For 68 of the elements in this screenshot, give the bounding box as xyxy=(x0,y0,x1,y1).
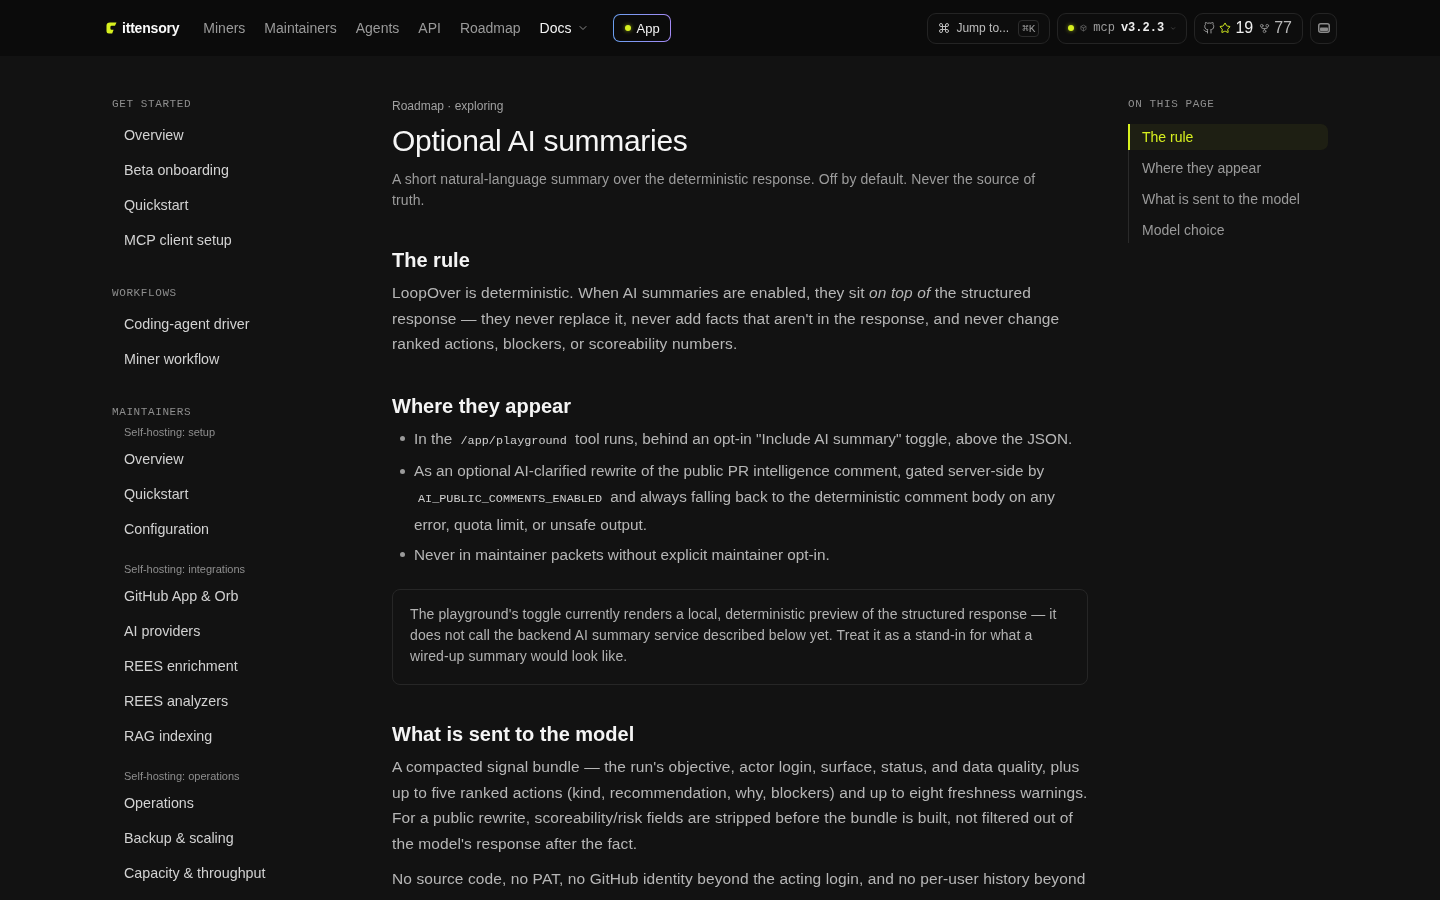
sidebar-group-label: Self-hosting: integrations xyxy=(123,562,247,576)
status-dot-icon xyxy=(624,25,631,31)
sidebar-link[interactable]: GitHub App & Orb xyxy=(112,578,392,613)
toc-link[interactable]: What is sent to the model xyxy=(1128,186,1328,212)
sidebar-section-heading: WORKFLOWS xyxy=(112,287,178,299)
sidebar-link[interactable]: Configuration xyxy=(112,511,392,546)
list-item-text: Never in maintainer packets without explicit maintainer opt-in. xyxy=(414,544,830,565)
nav-link[interactable]: Docs xyxy=(539,20,589,36)
nav-link[interactable]: API xyxy=(418,20,441,36)
sidebar-link[interactable]: Quickstart xyxy=(112,187,392,222)
sidebar-link[interactable]: Miner workflow xyxy=(112,341,392,376)
star-icon xyxy=(1219,22,1232,34)
toc-link[interactable]: The rule xyxy=(1128,124,1328,150)
toc-link[interactable]: Model choice xyxy=(1128,217,1328,243)
section-heading: What is sent to the model xyxy=(392,722,636,747)
note-text: The playground's toggle currently renders a local, deterministic preview of the structured response — it does not call the backend AI summary service described below yet. Treat it as a stand-in for what a wired-up summary would look like. xyxy=(410,605,1058,666)
github-icon xyxy=(1203,22,1216,34)
sidebar-link[interactable]: Overview xyxy=(112,441,392,476)
bullet-icon xyxy=(400,552,405,557)
logo-icon xyxy=(106,22,117,34)
status-dot-icon xyxy=(1068,25,1075,31)
sidebar-link[interactable]: REES enrichment xyxy=(112,648,392,683)
section-heading: The rule xyxy=(392,248,471,273)
sidebar-link[interactable]: Backup & scaling xyxy=(112,820,392,855)
toc-link[interactable]: Where they appear xyxy=(1128,155,1328,181)
list-item-text: As an optional AI-clarified rewrite of the public PR intelligence comment, gated server-side by AI_PUBLIC_COMMENTS_ENABLED and always falling back to the deterministic comment body on any error, quota limit, or unsafe output. xyxy=(414,461,1056,535)
sidebar-link[interactable]: Overview xyxy=(112,117,392,152)
panel-icon xyxy=(1317,23,1330,33)
sidebar-section-heading: GET STARTED xyxy=(112,98,193,110)
version-button[interactable]: mcp v3.2.3 xyxy=(1057,12,1188,44)
sidebar-group-label: Self-hosting: setup xyxy=(123,425,217,439)
app-button[interactable]: App xyxy=(612,14,671,42)
sidebar-link[interactable]: Capacity & throughput xyxy=(112,855,392,890)
fork-count: 77 xyxy=(1274,19,1292,37)
page-lead: A short natural-language summary over the deterministic response. Off by default. Never the source of truth. xyxy=(392,170,1037,210)
section-heading: Where they appear xyxy=(392,393,572,419)
list-item-text: In the /app/playground tool runs, behind an opt-in "Include AI summary" toggle, above the JSON. xyxy=(414,428,1073,450)
sidebar-link[interactable]: REES analyzers xyxy=(112,683,392,718)
sidebar-link[interactable]: Operations xyxy=(112,785,392,820)
star-count: 19 xyxy=(1235,19,1254,37)
nav-link[interactable]: Miners xyxy=(203,20,246,36)
search-button[interactable]: Jump to... ⌘K xyxy=(927,12,1051,44)
breadcrumb: Roadmap · exploring xyxy=(392,98,505,114)
sidebar-link[interactable]: AI providers xyxy=(112,613,392,648)
sidebar-group-label: Self-hosting: operations xyxy=(123,769,241,783)
fork-icon xyxy=(1259,22,1271,34)
paragraph: A compacted signal bundle — the run's objective, actor login, surface, status, and data quality, plus up to five ranked actions (kind, recommendation, why, blockers) and up to eight freshness warnings. For a public rewrite, scoreability/risk fields are stripped before the bundle is built, not filtered out of the model's response after the fact. xyxy=(392,757,1088,854)
logo-link[interactable]: ittensory xyxy=(106,20,180,36)
bullet-icon xyxy=(400,436,405,441)
page-title: Optional AI summaries xyxy=(392,123,689,159)
nav-link[interactable]: Maintainers xyxy=(264,20,337,36)
sidebar-link[interactable]: Coding-agent driver xyxy=(112,306,392,341)
toc-heading: ON THIS PAGE xyxy=(1128,98,1216,110)
nav-link[interactable]: Agents xyxy=(355,20,400,36)
sidebar-link[interactable]: Beta onboarding xyxy=(112,152,392,187)
sidebar-section-heading: MAINTAINERS xyxy=(112,406,193,418)
sidebar-link[interactable]: MCP client setup xyxy=(112,222,392,257)
nav-link[interactable]: Roadmap xyxy=(459,20,521,36)
sidebar-link[interactable]: RAG indexing xyxy=(112,718,392,753)
cube-icon xyxy=(1080,22,1088,34)
github-link[interactable]: 19 77 xyxy=(1194,12,1303,44)
panel-button[interactable] xyxy=(1310,12,1337,44)
paragraph: LoopOver is deterministic. When AI summaries are enabled, they sit on top of the structured response — they never replace it, never add facts that aren't in the response, and never change ranked actions, blockers, or scoreability numbers. xyxy=(392,283,1061,354)
paragraph: No source code, no PAT, no GitHub identity beyond the acting login, and no per-user history beyond xyxy=(392,869,1087,889)
command-icon xyxy=(938,22,951,34)
shortcut-key: ⌘K xyxy=(1018,19,1040,37)
bullet-icon xyxy=(400,468,405,474)
sidebar-link[interactable]: Quickstart xyxy=(112,476,392,511)
